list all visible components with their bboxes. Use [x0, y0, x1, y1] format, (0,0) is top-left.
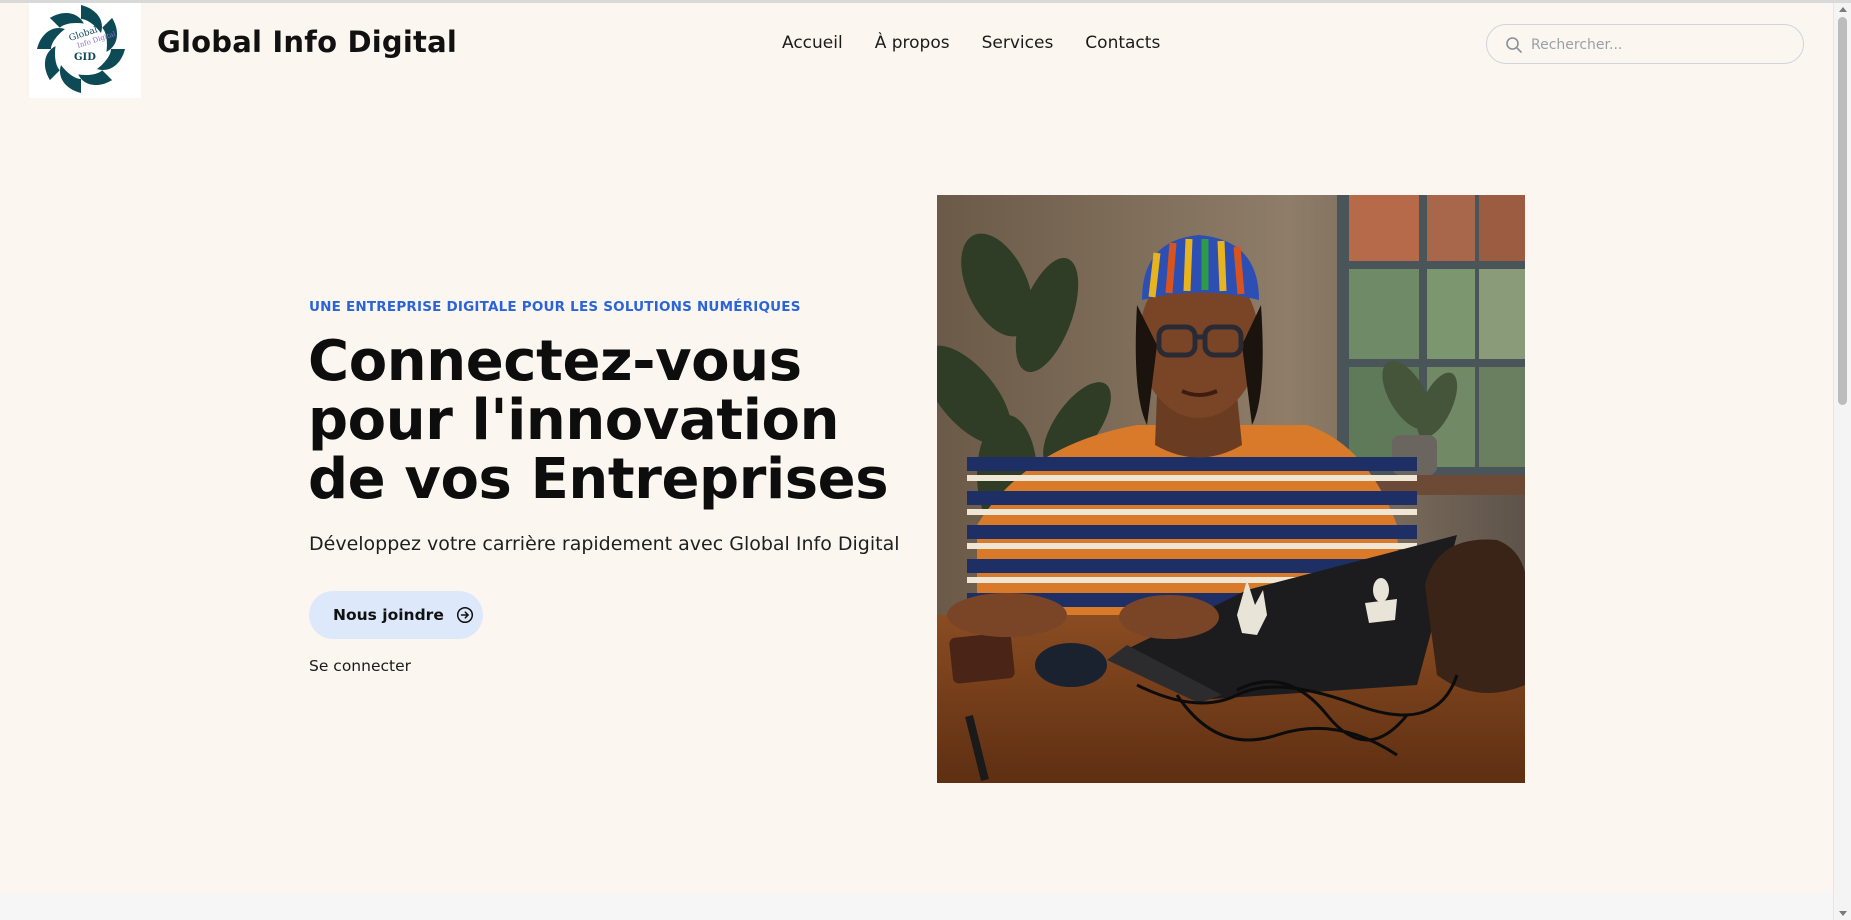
next-section-edge — [0, 893, 1833, 920]
nav-item-accueil[interactable]: Accueil — [782, 33, 843, 53]
search-icon[interactable] — [1505, 36, 1523, 54]
scroll-down-arrow-icon[interactable] — [1839, 911, 1847, 916]
nav-item-services[interactable]: Services — [982, 33, 1054, 53]
main-nav: Accueil À propos Services Contacts — [782, 33, 1160, 53]
hero-headline: Connectez-vous pour l'innovation de vos … — [308, 329, 889, 512]
gid-logo-icon: Global Info Digital GID — [29, 3, 141, 98]
scroll-thumb[interactable] — [1838, 17, 1847, 405]
contact-us-label: Nous joindre — [333, 606, 444, 624]
nav-item-a-propos[interactable]: À propos — [875, 33, 950, 53]
logo[interactable]: Global Info Digital GID — [29, 3, 141, 98]
scroll-up-arrow-icon[interactable] — [1839, 7, 1847, 12]
page-scrollbar[interactable] — [1833, 3, 1851, 920]
logo-text-bottom: GID — [74, 52, 96, 63]
nav-item-contacts[interactable]: Contacts — [1085, 33, 1160, 53]
contact-us-button[interactable]: Nous joindre — [309, 591, 483, 639]
site-header: Global Info Digital GID Global Info Digi… — [0, 3, 1833, 98]
hero-subtitle: Développez votre carrière rapidement ave… — [309, 533, 900, 555]
search-input[interactable] — [1531, 33, 1791, 57]
hero-photo — [937, 195, 1525, 783]
woman-with-laptop-image — [937, 195, 1525, 783]
brand-name: Global Info Digital — [157, 25, 457, 59]
login-link[interactable]: Se connecter — [309, 657, 411, 675]
hero-eyebrow: UNE ENTREPRISE DIGITALE POUR LES SOLUTIO… — [309, 299, 801, 315]
arrow-circle-right-icon — [456, 606, 473, 624]
search-box — [1486, 24, 1804, 64]
